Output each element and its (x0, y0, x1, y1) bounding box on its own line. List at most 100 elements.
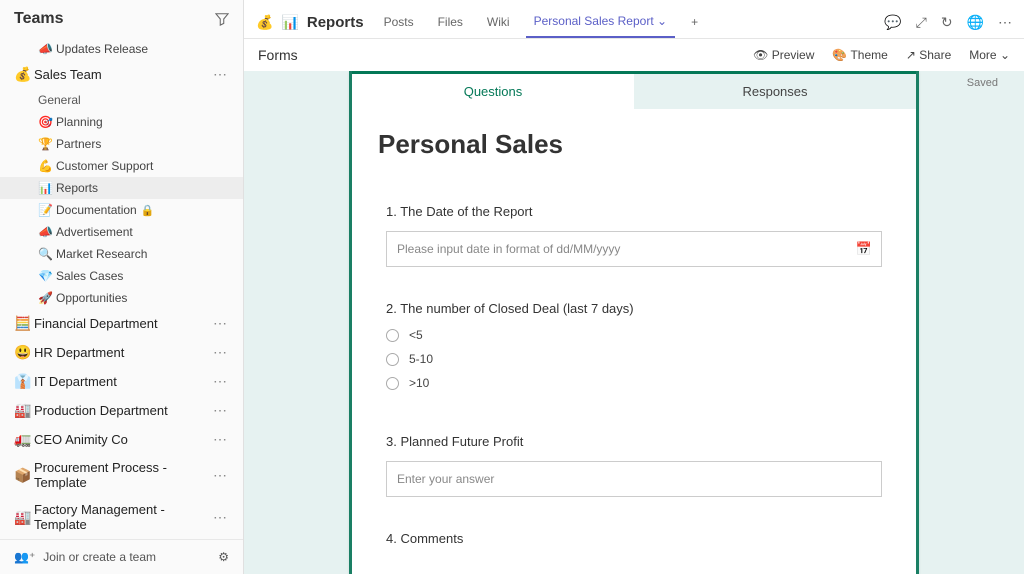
lock-icon: 🔒 (141, 204, 155, 217)
channel-general[interactable]: General (0, 89, 243, 111)
channel-updates-release[interactable]: 📣Updates Release (0, 38, 243, 60)
tab-wiki[interactable]: Wiki (479, 7, 518, 37)
expand-icon[interactable]: ⤢ (916, 14, 927, 31)
palette-icon: 🎨 (832, 48, 847, 62)
team-label: IT Department (34, 374, 207, 389)
channel-emoji-icon: 📝 (38, 203, 56, 217)
tab-posts[interactable]: Posts (376, 7, 422, 37)
sidebar-footer: 👥⁺ Join or create a team ⚙ (0, 539, 243, 574)
team-label: HR Department (34, 345, 207, 360)
chat-icon[interactable]: 💬 (884, 14, 901, 31)
gear-icon[interactable]: ⚙ (218, 550, 229, 564)
tab-personal-sales-report[interactable]: Personal Sales Report ⌄ (526, 6, 675, 38)
channel-label: Reports (56, 181, 98, 195)
channel-emoji-icon: 💎 (38, 269, 56, 283)
radio-option-lt5[interactable]: <5 (386, 328, 882, 342)
team-label: Production Department (34, 403, 207, 418)
radio-option-5-10[interactable]: 5-10 (386, 352, 882, 366)
team-label: Financial Department (34, 316, 207, 331)
moneybag-icon: 💰 (256, 14, 273, 31)
question-1: 1. The Date of the Report Please input d… (352, 190, 916, 287)
date-input[interactable]: Please input date in format of dd/MM/yyy… (386, 231, 882, 267)
team-ceo-animity-co[interactable]: 🚛CEO Animity Co⋯ (0, 425, 243, 454)
channel-emoji-icon: 🏆 (38, 137, 56, 151)
more-button[interactable]: More ⌄ (969, 48, 1010, 62)
team-financial-department[interactable]: 🧮Financial Department⋯ (0, 309, 243, 338)
theme-button[interactable]: 🎨 Theme (832, 48, 887, 62)
channel-emoji-icon: 📊 (38, 181, 56, 195)
team-label: Procurement Process - Template (34, 460, 207, 490)
team-icon: 🧮 (14, 315, 34, 332)
chevron-down-icon: ⌄ (657, 14, 667, 28)
team-procurement-process-template[interactable]: 📦Procurement Process - Template⋯ (0, 454, 243, 496)
more-icon[interactable]: ⋯ (207, 431, 233, 448)
channel-customer-support[interactable]: 💪Customer Support (0, 155, 243, 177)
team-sales[interactable]: 💰 Sales Team ⋯ (0, 60, 243, 89)
channel-label: Market Research (56, 247, 147, 261)
channel-market-research[interactable]: 🔍Market Research (0, 243, 243, 265)
team-icon: 👔 (14, 373, 34, 390)
join-create-team[interactable]: 👥⁺ Join or create a team (14, 550, 156, 564)
team-icon: 📦 (14, 467, 34, 484)
tab-files[interactable]: Files (430, 7, 471, 37)
channel-label: Sales Cases (56, 269, 123, 283)
radio-option-gt10[interactable]: >10 (386, 376, 882, 390)
globe-icon[interactable]: 🌐 (967, 14, 984, 31)
eye-icon: 👁 (753, 48, 768, 62)
text-input[interactable]: Enter your answer (386, 461, 882, 497)
team-production-department[interactable]: 🏭Production Department⋯ (0, 396, 243, 425)
channel-tab-bar: 💰 📊 Reports Posts Files Wiki Personal Sa… (244, 0, 1024, 39)
more-icon[interactable]: ⋯ (207, 402, 233, 419)
tabbar-actions: 💬 ⤢ ↻ 🌐 ⋯ (884, 14, 1012, 31)
channel-advertisement[interactable]: 📣Advertisement (0, 221, 243, 243)
saved-indicator: Saved (967, 77, 998, 89)
more-icon[interactable]: ⋯ (207, 344, 233, 361)
form-canvas: Saved Questions Responses Personal Sales… (244, 71, 1024, 574)
tab-responses[interactable]: Responses (634, 74, 916, 109)
team-icon: 🏭 (14, 509, 34, 526)
channel-label: Customer Support (56, 159, 153, 173)
more-icon[interactable]: ⋯ (207, 509, 233, 526)
refresh-icon[interactable]: ↻ (941, 14, 953, 31)
sidebar-scroll: 📣Updates Release 💰 Sales Team ⋯ General … (0, 34, 243, 539)
share-icon: ↗ (906, 48, 916, 62)
more-icon[interactable]: ⋯ (998, 14, 1012, 31)
more-icon[interactable]: ⋯ (207, 373, 233, 390)
more-icon[interactable]: ⋯ (207, 315, 233, 332)
question-2: 2. The number of Closed Deal (last 7 day… (352, 287, 916, 420)
team-icon: 🚛 (14, 431, 34, 448)
channel-opportunities[interactable]: 🚀Opportunities (0, 287, 243, 309)
channel-emoji-icon: 🚀 (38, 291, 56, 305)
team-factory-management-template[interactable]: 🏭Factory Management - Template⋯ (0, 496, 243, 538)
channel-planning[interactable]: 🎯Planning (0, 111, 243, 133)
channel-documentation[interactable]: 📝Documentation🔒 (0, 199, 243, 221)
question-3: 3. Planned Future Profit Enter your answ… (352, 420, 916, 517)
forms-toolbar: Forms 👁 Preview 🎨 Theme ↗ Share More ⌄ (244, 39, 1024, 71)
team-icon: 😃 (14, 344, 34, 361)
more-icon[interactable]: ⋯ (207, 467, 233, 484)
channel-name: Reports (307, 14, 364, 31)
preview-button[interactable]: 👁 Preview (753, 48, 814, 62)
share-button[interactable]: ↗ Share (906, 48, 951, 62)
filter-icon[interactable] (215, 12, 229, 26)
team-it-department[interactable]: 👔IT Department⋯ (0, 367, 243, 396)
channel-label: Partners (56, 137, 101, 151)
sidebar-title: Teams (14, 10, 64, 28)
calendar-icon[interactable]: 📅 (856, 241, 872, 257)
channel-label: Planning (56, 115, 103, 129)
channel-label: Advertisement (56, 225, 133, 239)
form-tabs: Questions Responses (352, 71, 916, 109)
radio-icon (386, 353, 399, 366)
tab-questions[interactable]: Questions (352, 74, 634, 109)
add-tab-button[interactable]: + (683, 7, 706, 37)
channel-emoji-icon: 🎯 (38, 115, 56, 129)
chart-icon: 📊 (281, 14, 298, 31)
channel-reports[interactable]: 📊Reports (0, 177, 243, 199)
team-hr-department[interactable]: 😃HR Department⋯ (0, 338, 243, 367)
channel-sales-cases[interactable]: 💎Sales Cases (0, 265, 243, 287)
more-icon[interactable]: ⋯ (207, 66, 233, 83)
form-title[interactable]: Personal Sales (352, 109, 916, 190)
people-plus-icon: 👥⁺ (14, 550, 35, 564)
channel-partners[interactable]: 🏆Partners (0, 133, 243, 155)
team-label: CEO Animity Co (34, 432, 207, 447)
